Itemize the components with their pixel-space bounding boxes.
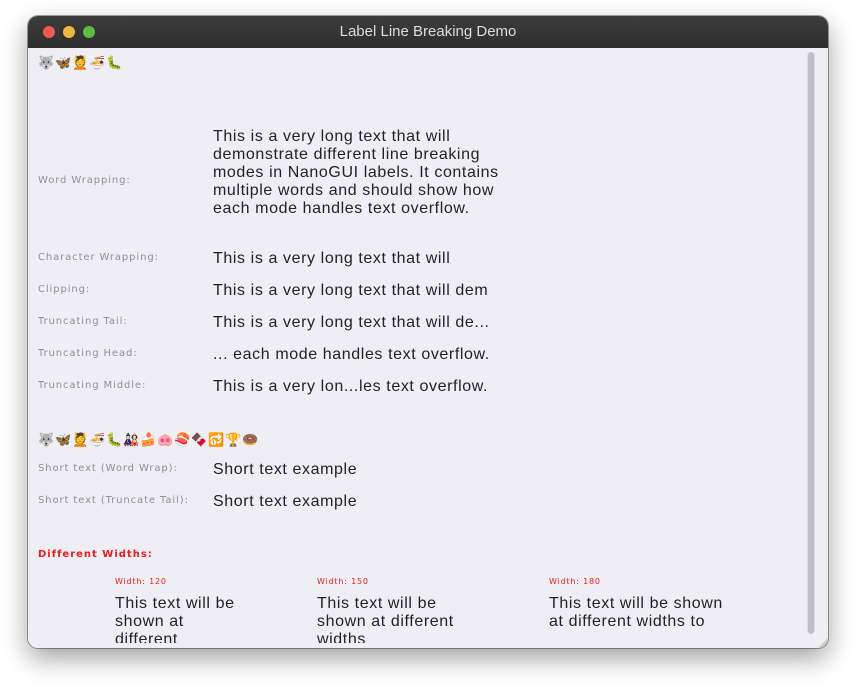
word-wrapping-label: Word Wrapping: [38, 175, 131, 186]
trophy-emoji-icon: 🏆 [225, 433, 242, 448]
clipping-label: Clipping: [38, 284, 91, 295]
resize-handle-icon[interactable] [818, 638, 828, 648]
word-wrapping-text: This is a very long text that will demon… [213, 128, 499, 217]
width-120-text: This text will be shown at different [115, 595, 235, 643]
truncating-tail-text: This is a very long text that will de... [213, 314, 490, 331]
clipping-text: This is a very long text that will dem [213, 282, 489, 299]
character-wrapping-text: This is a very long text that will [213, 250, 451, 267]
window-title: Label Line Breaking Demo [339, 23, 517, 40]
emoji-row-top: 🐺 🦋 💆 🍜 🐛 [38, 55, 122, 73]
different-widths-heading: Different Widths: [38, 549, 153, 560]
dolls-emoji-icon: 🎎 [123, 433, 140, 448]
width-120-label: Width: 120 [115, 577, 167, 586]
truncating-middle-label: Truncating Middle: [38, 380, 147, 391]
noodle-bowl-emoji-icon: 🍜 [89, 433, 106, 448]
width-150-label: Width: 150 [317, 577, 369, 586]
vertical-scrollbar[interactable] [807, 52, 815, 634]
donut-emoji-icon: 🍩 [242, 433, 259, 448]
person-emoji-icon: 💆 [72, 433, 89, 448]
caterpillar-emoji-icon: 🐛 [106, 56, 123, 71]
character-wrapping-label: Character Wrapping: [38, 252, 159, 263]
scrollbar-thumb[interactable] [808, 52, 814, 634]
noodle-bowl-emoji-icon: 🍜 [89, 56, 106, 71]
caterpillar-emoji-icon: 🐛 [106, 433, 123, 448]
content-area: 🐺 🦋 💆 🍜 🐛 Word Wrapping: This is a very … [28, 48, 828, 648]
repeat-emoji-icon: 🔂 [208, 433, 225, 448]
short-truncate-tail-text: Short text example [213, 493, 358, 510]
width-150-text: This text will be shown at different wid… [317, 595, 454, 643]
short-word-wrap-text: Short text example [213, 461, 358, 478]
truncating-head-text: ... each mode handles text overflow. [213, 346, 490, 363]
butterfly-emoji-icon: 🦋 [55, 56, 72, 71]
wolf-emoji-icon: 🐺 [38, 433, 55, 448]
width-180-label: Width: 180 [549, 577, 601, 586]
cake-emoji-icon: 🍰 [140, 433, 157, 448]
app-window: Label Line Breaking Demo 🐺 🦋 💆 🍜 🐛 Word … [28, 16, 828, 648]
emoji-row-middle: 🐺 🦋 💆 🍜 🐛 🎎 🍰 🐽 🍣 🍫 🔂 🏆 🍩 [38, 432, 258, 450]
truncating-tail-label: Truncating Tail: [38, 316, 128, 327]
wolf-emoji-icon: 🐺 [38, 56, 55, 71]
truncating-middle-text: This is a very lon...les text overflow. [213, 378, 489, 395]
short-word-wrap-label: Short text (Word Wrap): [38, 463, 178, 474]
pig-nose-emoji-icon: 🐽 [157, 433, 174, 448]
chocolate-emoji-icon: 🍫 [191, 433, 208, 448]
short-truncate-tail-label: Short text (Truncate Tail): [38, 495, 189, 506]
butterfly-emoji-icon: 🦋 [55, 433, 72, 448]
truncating-head-label: Truncating Head: [38, 348, 138, 359]
title-bar[interactable]: Label Line Breaking Demo [28, 16, 828, 49]
width-180-text: This text will be shown at different wid… [549, 595, 723, 630]
sushi-emoji-icon: 🍣 [174, 433, 191, 448]
person-emoji-icon: 💆 [72, 56, 89, 71]
